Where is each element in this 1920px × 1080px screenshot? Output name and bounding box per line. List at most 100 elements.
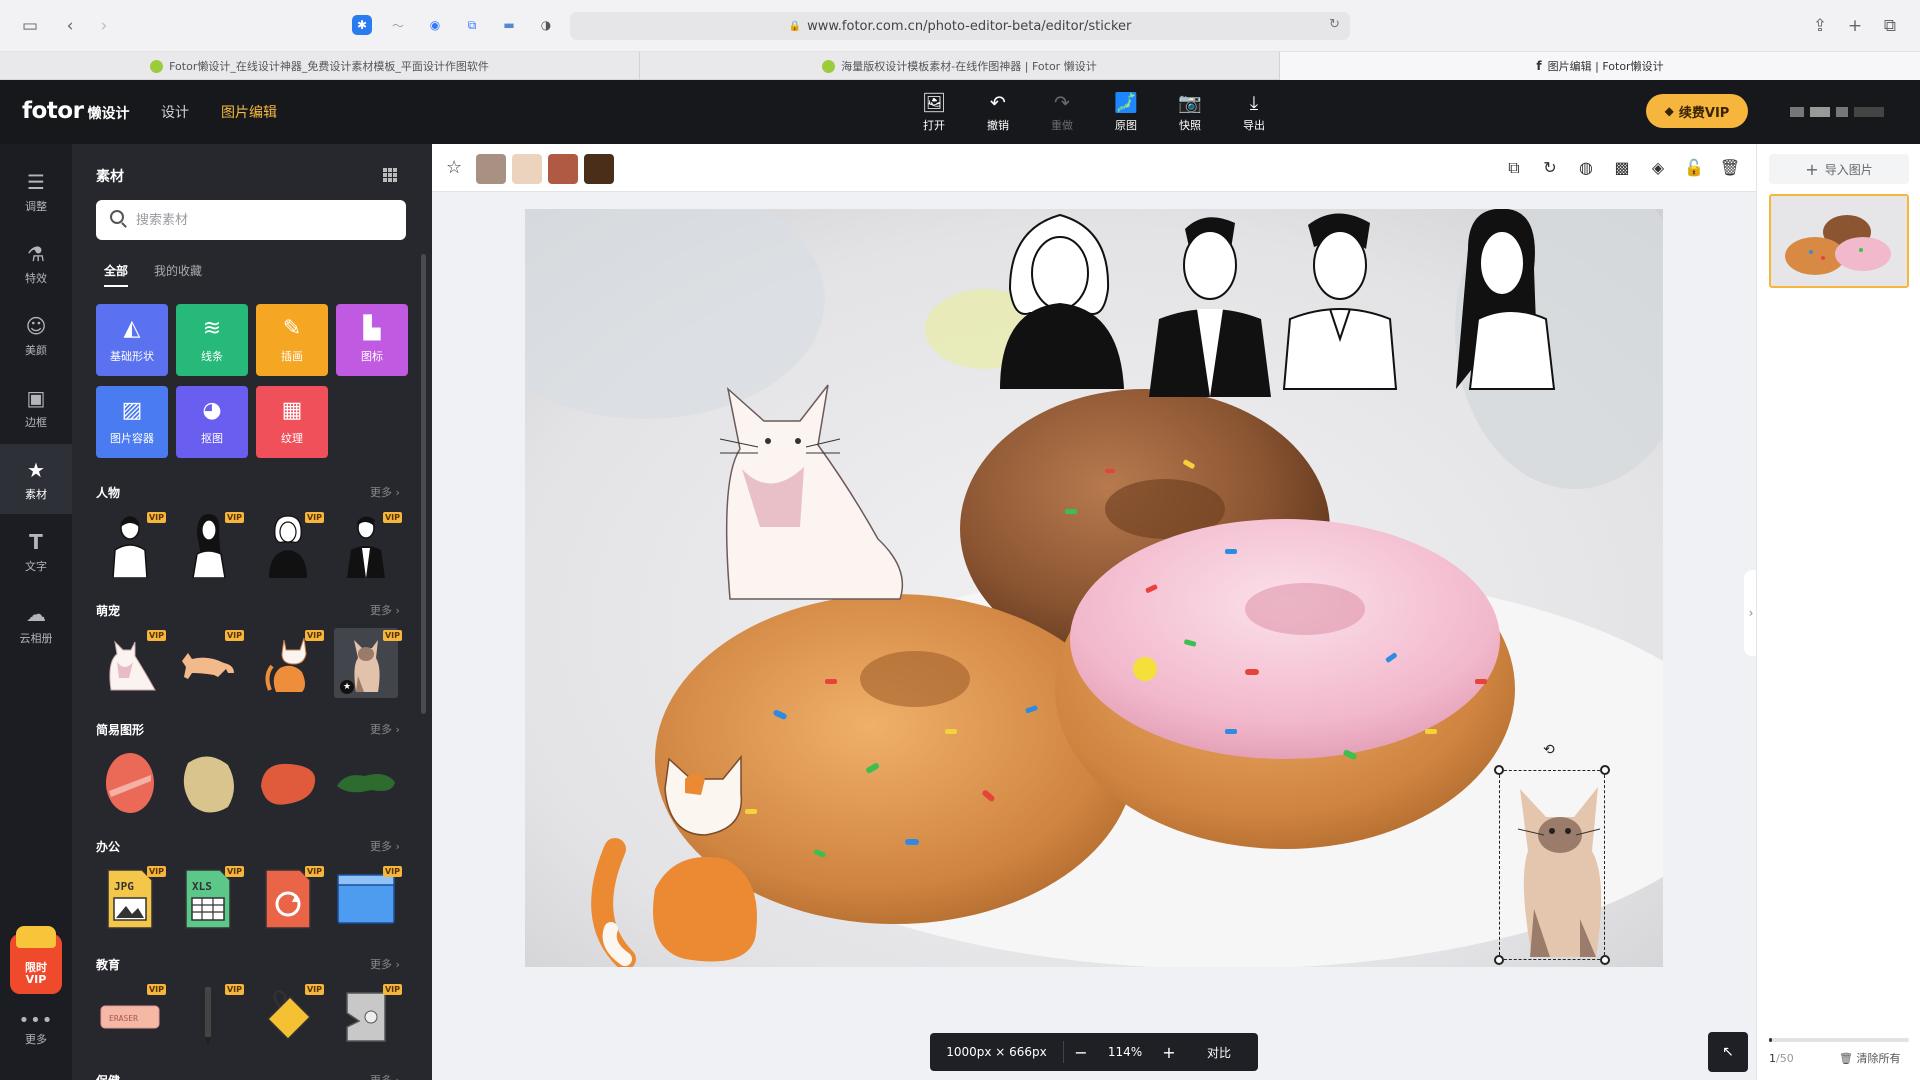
section-more-education[interactable]: 更多 › <box>370 956 400 972</box>
sticker-thumb-binder-clip[interactable]: VIP <box>256 982 324 1052</box>
browser-tab-1[interactable]: Fotor懒设计_在线设计神器_免费设计素材模板_平面设计作图软件 <box>0 52 640 80</box>
category-texture[interactable]: ▦ 纹理 <box>256 386 328 458</box>
rail-item-cloud[interactable]: ☁ 云相册 <box>0 588 72 658</box>
shield-extension-icon[interactable]: ◑ <box>536 15 556 35</box>
resize-handle-top-right[interactable] <box>1600 765 1610 775</box>
undo-button[interactable]: ↶ 撤销 <box>976 92 1020 133</box>
zoom-level[interactable]: 114% <box>1098 1045 1152 1059</box>
sticker-thumb-woman-curly[interactable]: VIP <box>256 510 324 580</box>
screen-extension-icon[interactable]: ▬ <box>499 15 519 35</box>
compare-button[interactable]: 对比 <box>1186 1044 1252 1061</box>
bluetooth-extension-icon[interactable]: ✱ <box>352 15 372 35</box>
nav-photo-edit[interactable]: 图片编辑 <box>221 102 277 122</box>
category-lines[interactable]: ≋ 线条 <box>176 304 248 376</box>
layers-icon[interactable]: ◈ <box>1646 156 1670 180</box>
color-swatch-3[interactable] <box>548 154 578 184</box>
sticker-thumb-siamese-cat[interactable]: VIP ★ <box>334 628 402 698</box>
sticker-thumb-eraser[interactable]: ERASER VIP <box>98 982 166 1052</box>
shape-thumb-red-blob[interactable] <box>98 748 162 818</box>
transparency-icon[interactable]: ▩ <box>1610 156 1634 180</box>
redo-button[interactable]: ↷ 重做 <box>1040 92 1084 133</box>
nav-design[interactable]: 设计 <box>161 102 189 122</box>
sticker-thumb-stretching-cat[interactable]: VIP <box>176 628 244 698</box>
tabs-overview-icon[interactable]: ⧉ <box>1878 14 1902 38</box>
shape-thumb-coral-blob[interactable] <box>256 748 320 818</box>
sticker-thumb-man-shirt[interactable]: VIP <box>98 510 166 580</box>
sticker-thumb-woman-long-hair[interactable]: VIP <box>176 510 244 580</box>
editor-canvas[interactable] <box>525 209 1663 967</box>
resize-handle-top-left[interactable] <box>1494 765 1504 775</box>
sticker-thumb-man-suit[interactable]: VIP <box>334 510 402 580</box>
section-more-people[interactable]: 更多 › <box>370 484 400 500</box>
rotate-icon[interactable]: ↻ <box>1538 156 1562 180</box>
renew-vip-button[interactable]: ◆ 续费VIP <box>1646 94 1748 128</box>
rail-item-more[interactable]: ••• 更多 <box>0 1010 72 1047</box>
panel-scrollbar[interactable] <box>421 254 426 714</box>
zoom-in-button[interactable]: + <box>1152 1043 1186 1062</box>
forward-icon[interactable]: › <box>92 14 116 38</box>
sticker-thumb-sharpener[interactable]: VIP <box>334 982 402 1052</box>
export-button[interactable]: ⤓ 导出 <box>1232 92 1276 133</box>
address-bar[interactable]: 🔒 www.fotor.com.cn/photo-editor-beta/edi… <box>570 12 1350 40</box>
resize-handle-bottom-right[interactable] <box>1600 955 1610 965</box>
section-more-pets[interactable]: 更多 › <box>370 602 400 618</box>
category-basic-shapes[interactable]: ◭ 基础形状 <box>96 304 168 376</box>
browser-tab-2[interactable]: 海量版权设计模板素材-在线作图神器 | Fotor 懒设计 <box>640 52 1280 80</box>
sticker-thumb-orange-cat[interactable]: VIP <box>256 628 324 698</box>
page-thumbnail[interactable] <box>1769 194 1909 288</box>
section-more-office[interactable]: 更多 › <box>370 838 400 854</box>
fit-screen-button[interactable]: ↖ <box>1708 1032 1748 1072</box>
record-extension-icon[interactable]: ◉ <box>425 15 445 35</box>
rail-item-frame[interactable]: ▣ 边框 <box>0 372 72 442</box>
avatar[interactable] <box>1790 102 1900 122</box>
clear-all-button[interactable]: 🗑 清除所有 <box>1839 1050 1900 1066</box>
resize-handle-bottom-left[interactable] <box>1494 955 1504 965</box>
zoom-out-button[interactable]: − <box>1064 1043 1098 1062</box>
rail-item-adjust[interactable]: ☰ 调整 <box>0 156 72 226</box>
rail-item-effects[interactable]: ⚗ 特效 <box>0 228 72 298</box>
category-image-container[interactable]: ▨ 图片容器 <box>96 386 168 458</box>
sticker-thumb-browser-window[interactable]: VIP <box>334 864 402 934</box>
new-tab-icon[interactable]: + <box>1843 14 1867 38</box>
sticker-thumb-white-cat[interactable]: VIP <box>98 628 166 698</box>
sticker-thumb-xls-file[interactable]: XLS VIP <box>176 864 244 934</box>
translate-extension-icon[interactable]: ⧉ <box>462 15 482 35</box>
sidebar-toggle-icon[interactable]: ▭ <box>18 14 42 38</box>
color-swatch-4[interactable] <box>584 154 614 184</box>
section-more-simple-shapes[interactable]: 更多 › <box>370 721 400 737</box>
delete-icon[interactable]: 🗑 <box>1718 156 1742 180</box>
grid-view-icon[interactable] <box>383 168 397 182</box>
rail-item-beauty[interactable]: ☺ 美颜 <box>0 300 72 370</box>
lock-icon[interactable]: 🔓 <box>1682 156 1706 180</box>
snapshot-button[interactable]: 📷 快照 <box>1168 92 1212 133</box>
vip-gift-button[interactable]: 限时 VIP <box>10 926 62 994</box>
reload-icon[interactable]: ↻ <box>1329 17 1340 32</box>
tab-favorites[interactable]: 我的收藏 <box>154 262 202 279</box>
duplicate-icon[interactable]: ⧉ <box>1502 156 1526 180</box>
fotor-logo[interactable]: fotor 懒设计 <box>22 98 129 124</box>
category-illustration[interactable]: ✎ 插画 <box>256 304 328 376</box>
sticker-thumb-pencil[interactable]: VIP <box>176 982 244 1052</box>
category-icons[interactable]: ▙ 图标 <box>336 304 408 376</box>
rail-item-text[interactable]: T 文字 <box>0 516 72 586</box>
open-button[interactable]: 🖼 打开 <box>912 92 956 133</box>
mask-icon[interactable]: ◍ <box>1574 156 1598 180</box>
original-button[interactable]: 🗾 原图 <box>1104 92 1148 133</box>
shape-thumb-green-blob[interactable] <box>334 748 398 818</box>
rss-extension-icon[interactable]: 〜 <box>388 15 408 35</box>
favorite-star-icon[interactable]: ★ <box>340 680 354 694</box>
sticker-thumb-jpg-file[interactable]: JPG VIP <box>98 864 166 934</box>
favorite-star-outline-icon[interactable]: ☆ <box>446 157 462 178</box>
color-swatch-2[interactable] <box>512 154 542 184</box>
tab-all[interactable]: 全部 <box>104 262 129 287</box>
rail-item-sticker[interactable]: ★ 素材 <box>0 444 72 514</box>
browser-tab-3[interactable]: f 图片编辑 | Fotor懒设计 <box>1280 52 1920 80</box>
rotate-handle-icon[interactable]: ⟲ <box>1543 742 1555 758</box>
search-input[interactable] <box>96 200 406 240</box>
sticker-thumb-refresh-file[interactable]: VIP <box>256 864 324 934</box>
section-more-health[interactable]: 更多 › <box>370 1072 400 1080</box>
share-icon[interactable]: ⇪ <box>1808 14 1832 38</box>
category-cutout[interactable]: ◕ 抠图 <box>176 386 248 458</box>
selection-box[interactable] <box>1499 770 1605 960</box>
back-icon[interactable]: ‹ <box>58 14 82 38</box>
